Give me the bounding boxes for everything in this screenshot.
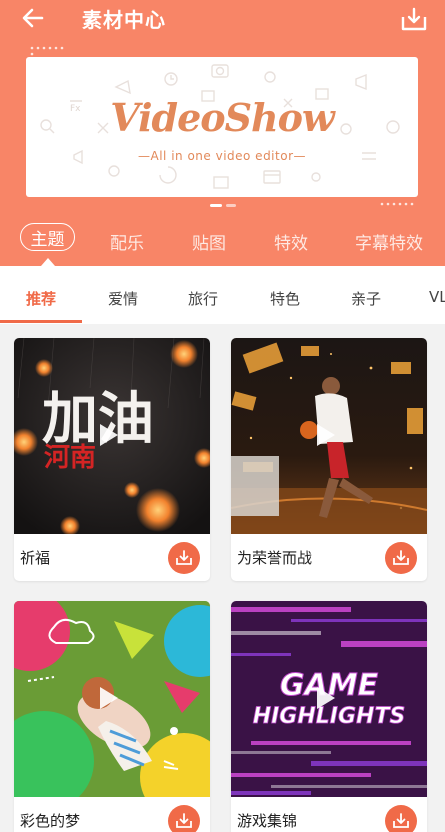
download-button[interactable] [385, 805, 417, 832]
subtab-family[interactable]: 亲子 [351, 288, 381, 309]
template-title: 为荣誉而战 [237, 549, 313, 567]
arrow-left-icon [22, 8, 44, 28]
tab-music[interactable]: 配乐 [110, 229, 144, 254]
subtab-travel[interactable]: 旅行 [188, 288, 218, 309]
template-thumbnail[interactable]: GAME HIGHLIGHTS [231, 601, 427, 797]
banner-tagline: —All in one video editor— [138, 149, 306, 163]
back-button[interactable] [18, 3, 48, 33]
sub-tabs: 推荐 爱情 旅行 特色 亲子 VL [0, 266, 445, 324]
header-area: 素材中心 Fx VideoShow —All in one video edit… [0, 0, 445, 266]
tab-effects[interactable]: 特效 [274, 229, 308, 254]
banner-logo: VideoShow [110, 95, 334, 140]
template-card[interactable]: 加油 河南 祈福 [14, 338, 210, 581]
download-icon [176, 813, 192, 828]
subtab-recommended[interactable]: 推荐 [26, 288, 56, 309]
play-icon [317, 424, 335, 446]
template-title: 祈福 [20, 549, 51, 567]
thumbnail-subtitle-text: 河南 [44, 443, 96, 473]
template-card[interactable]: GAME HIGHLIGHTS 游戏集锦 [231, 601, 427, 832]
download-icon [393, 550, 409, 565]
download-center-button[interactable] [399, 4, 429, 34]
download-icon [393, 813, 409, 828]
subtab-active-underline [0, 320, 82, 323]
download-button[interactable] [385, 542, 417, 574]
template-thumbnail[interactable]: 加油 河南 [14, 338, 210, 534]
tab-stickers[interactable]: 贴图 [192, 229, 226, 254]
download-button[interactable] [168, 542, 200, 574]
template-thumbnail[interactable] [14, 601, 210, 797]
play-icon [100, 424, 118, 446]
tab-theme[interactable]: 主题 [20, 223, 75, 251]
subtab-love[interactable]: 爱情 [108, 288, 138, 309]
download-button[interactable] [168, 805, 200, 832]
page-title: 素材中心 [82, 8, 166, 32]
promo-banner[interactable]: Fx VideoShow —All in one video editor— [26, 57, 418, 201]
dot-pattern-left [30, 46, 64, 56]
template-title: 游戏集锦 [237, 812, 298, 830]
indicator-dot-active [209, 204, 222, 207]
tab-subtitle-effects[interactable]: 字幕特效 [355, 229, 423, 254]
subtab-featured[interactable]: 特色 [270, 288, 300, 309]
download-icon [176, 550, 192, 565]
subtab-vlog[interactable]: VL [429, 288, 445, 306]
download-tray-icon [401, 7, 427, 31]
banner-card: Fx VideoShow —All in one video editor— [26, 57, 418, 197]
play-icon [317, 687, 335, 709]
template-title: 彩色的梦 [20, 812, 81, 830]
indicator-dot [225, 204, 236, 207]
banner-page-indicator [0, 204, 445, 207]
category-tabs: 主题 配乐 贴图 特效 字幕特效 [0, 223, 445, 259]
template-card[interactable]: 彩色的梦 [14, 601, 210, 832]
title-bar: 素材中心 [0, 0, 445, 38]
template-thumbnail[interactable] [231, 338, 427, 534]
active-tab-caret [41, 258, 55, 266]
template-card[interactable]: 为荣誉而战 [231, 338, 427, 581]
play-icon [100, 687, 118, 709]
